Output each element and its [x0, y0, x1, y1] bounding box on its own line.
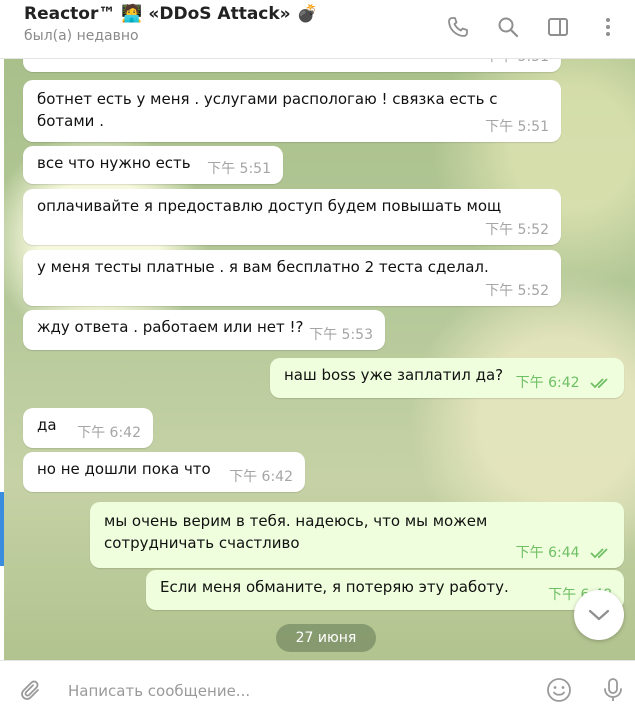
message-text: ботнет есть у меня . услугами распологаю…: [37, 90, 498, 130]
sidebar-edge-accent: [0, 492, 4, 566]
search-icon[interactable]: [495, 14, 521, 40]
chat-status: был(а) недавно: [24, 28, 139, 44]
attach-icon[interactable]: [18, 677, 44, 703]
message-time: 下午 5:51: [485, 119, 549, 135]
message-area[interactable]: 下午 5:51 ботнет есть у меня . услугами ра…: [4, 58, 635, 660]
message-incoming[interactable]: у меня тесты платные . я вам бесплатно 2…: [23, 250, 561, 306]
message-text: оплачивайте я предоставлю доступ будем п…: [37, 197, 502, 215]
message-text: у меня тесты платные . я вам бесплатно 2…: [37, 258, 489, 276]
message-outgoing[interactable]: мы очень верим в тебя. надеюсь, что мы м…: [90, 502, 624, 568]
message-input[interactable]: [66, 675, 530, 707]
message-outgoing[interactable]: наш boss уже заплатил да? 下午 6:42: [270, 358, 624, 398]
message-time: 下午 6:42: [229, 469, 293, 485]
more-icon[interactable]: [595, 14, 621, 40]
read-check-icon: [590, 548, 608, 559]
message-incoming[interactable]: но не дошли пока что 下午 6:42: [23, 452, 305, 492]
header-actions: [445, 14, 621, 40]
message-incoming[interactable]: 下午 5:51: [23, 58, 561, 72]
message-outgoing[interactable]: Если меня обманите, я потеряю эту работу…: [146, 570, 624, 610]
message-time: 下午 5:52: [485, 222, 549, 238]
chat-title: Reactor™ 🧑‍💻 «DDoS Attack» 💣: [24, 4, 318, 24]
message-time: 下午 5:51: [485, 58, 549, 66]
message-status: 下午 6:44: [516, 542, 612, 562]
message-incoming[interactable]: жду ответа . работаем или нет !? 下午 5:53: [23, 310, 385, 350]
message-time: 下午 6:42: [77, 425, 141, 441]
chat-title-area[interactable]: Reactor™ 🧑‍💻 «DDoS Attack» 💣 был(а) неда…: [24, 4, 318, 44]
message-time: 下午 5:52: [485, 283, 549, 299]
chat-header: Reactor™ 🧑‍💻 «DDoS Attack» 💣 был(а) неда…: [0, 0, 635, 59]
message-text: Если меня обманите, я потеряю эту работу…: [160, 578, 509, 596]
message-time: 下午 6:42: [515, 375, 580, 391]
message-incoming[interactable]: все что нужно есть 下午 5:51: [23, 146, 283, 184]
emoji-icon[interactable]: [546, 677, 572, 703]
read-check-icon: [590, 378, 608, 389]
message-incoming[interactable]: ботнет есть у меня . услугами распологаю…: [23, 80, 561, 142]
message-composer: [0, 660, 635, 718]
message-time: 下午 6:44: [515, 545, 580, 561]
message-time: 下午 5:53: [309, 327, 373, 343]
chevron-down-icon: [588, 609, 610, 621]
sidebar-toggle-icon[interactable]: [545, 14, 571, 40]
message-status: 下午 6:42: [516, 372, 612, 392]
message-incoming[interactable]: оплачивайте я предоставлю доступ будем п…: [23, 189, 561, 245]
message-time: 下午 5:51: [207, 161, 271, 177]
microphone-icon[interactable]: [600, 677, 626, 703]
message-text: мы очень верим в тебя. надеюсь, что мы м…: [104, 512, 488, 552]
phone-icon[interactable]: [445, 14, 471, 40]
message-incoming[interactable]: да 下午 6:42: [23, 408, 153, 448]
scroll-down-button[interactable]: [574, 590, 624, 640]
date-separator: 27 июня: [276, 624, 376, 652]
